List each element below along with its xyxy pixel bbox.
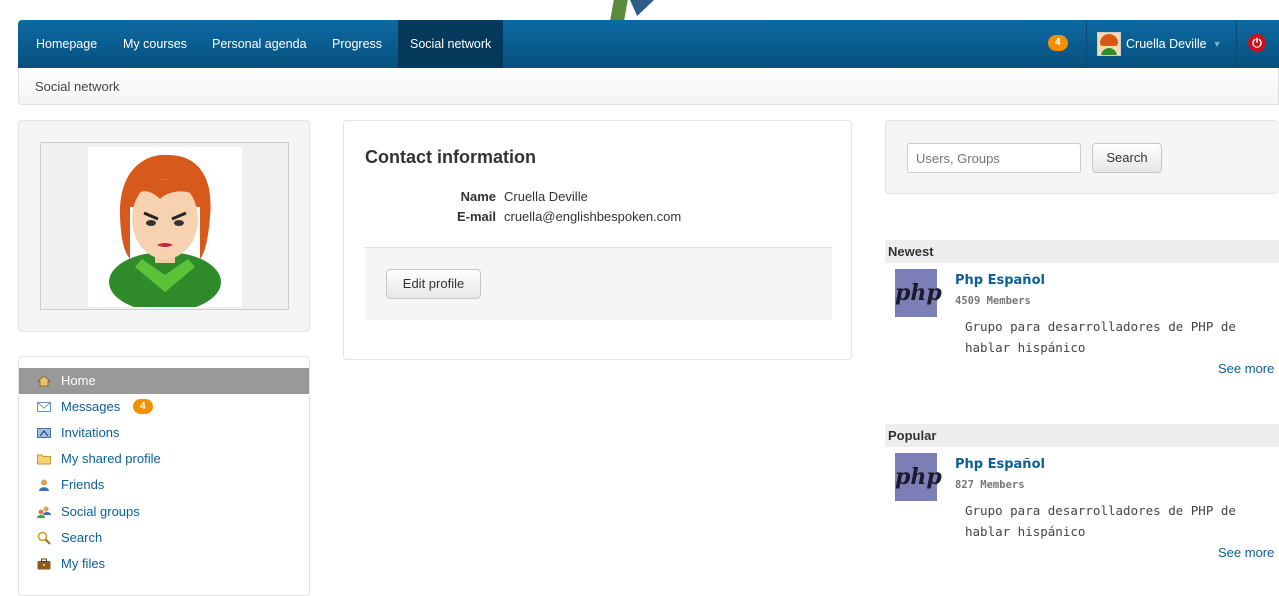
newest-groups-section: Newest php Php Español 4509 Members Grup…	[885, 240, 1279, 380]
name-label: Name	[460, 189, 496, 204]
folder-icon	[37, 454, 51, 465]
group-logo[interactable]: php	[895, 453, 942, 501]
group-name-link[interactable]: Php Español	[955, 273, 1045, 288]
group-description: Grupo para desarrolladores de PHP de hab…	[965, 319, 1236, 355]
user-name: Cruella Deville	[1126, 37, 1207, 51]
nav-homepage[interactable]: Homepage	[24, 20, 109, 68]
group-member-count: 827 Members	[955, 479, 1025, 491]
email-label: E-mail	[456, 209, 496, 224]
edit-profile-button[interactable]: Edit profile	[386, 269, 481, 299]
top-strip	[0, 0, 1279, 20]
envelope-icon	[37, 402, 51, 412]
profile-picture-panel	[18, 120, 310, 332]
see-more-link[interactable]: See more	[1218, 545, 1274, 560]
sidebar-item-label: Friends	[61, 477, 105, 492]
sidebar-item-my-files[interactable]: My files	[19, 551, 309, 577]
social-sidebar-menu: Home Messages 4 Invitations My shared pr…	[18, 356, 310, 596]
avatar	[1097, 32, 1121, 56]
sidebar-item-invitations[interactable]: Invitations	[19, 420, 309, 446]
contact-information-panel: Contact information Name Cruella Deville…	[343, 120, 852, 360]
home-icon	[37, 375, 51, 387]
sidebar-item-friends[interactable]: Friends	[19, 472, 309, 498]
user-icon	[39, 479, 49, 491]
group-logo[interactable]: php	[895, 269, 942, 317]
main-navbar: Homepage My courses Personal agenda Prog…	[18, 20, 1279, 68]
breadcrumb: Social network	[18, 68, 1279, 105]
search-button[interactable]: Search	[1092, 143, 1162, 173]
nav-personal-agenda[interactable]: Personal agenda	[200, 20, 319, 68]
sidebar-item-home[interactable]: Home	[19, 368, 309, 394]
group-name-link[interactable]: Php Español	[955, 457, 1045, 472]
sidebar-item-label: My shared profile	[61, 451, 161, 466]
invitation-icon	[37, 428, 51, 438]
sidebar-item-label: Social groups	[61, 504, 140, 519]
name-value: Cruella Deville	[504, 189, 588, 204]
group-icon	[37, 506, 51, 518]
sidebar-item-label: Search	[61, 530, 103, 545]
sidebar-item-label: Invitations	[61, 425, 120, 440]
logout-power-icon[interactable]: ⏻	[1248, 34, 1266, 52]
sidebar-item-my-shared-profile[interactable]: My shared profile	[19, 446, 309, 472]
contact-title: Contact information	[365, 147, 536, 167]
popular-header: Popular	[885, 424, 1279, 447]
briefcase-icon	[37, 558, 51, 570]
chevron-down-icon: ▼	[1212, 39, 1222, 49]
email-value: cruella@englishbespoken.com	[504, 209, 682, 224]
newest-header: Newest	[885, 240, 1279, 263]
logo-fragment	[610, 0, 628, 20]
user-menu[interactable]: Cruella Deville ▼	[1087, 20, 1232, 68]
nav-my-courses[interactable]: My courses	[111, 20, 199, 68]
see-more-link[interactable]: See more	[1218, 361, 1274, 376]
messages-count-badge: 4	[133, 399, 153, 414]
profile-actions: Edit profile	[365, 247, 832, 320]
profile-avatar-image	[88, 147, 242, 307]
search-icon	[37, 531, 51, 545]
popular-groups-section: Popular php Php Español 827 Members Grup…	[885, 424, 1279, 574]
nav-divider	[1236, 20, 1237, 68]
nav-social-network[interactable]: Social network	[398, 20, 504, 68]
logo-fragment	[630, 0, 654, 16]
profile-picture-frame	[40, 142, 289, 310]
sidebar-item-social-groups[interactable]: Social groups	[19, 499, 309, 525]
group-description: Grupo para desarrolladores de PHP de hab…	[965, 503, 1236, 539]
sidebar-item-label: Messages	[61, 399, 121, 414]
sidebar-item-label: My files	[61, 556, 106, 571]
search-panel: Search	[885, 120, 1279, 194]
search-input[interactable]	[907, 143, 1081, 173]
sidebar-item-messages[interactable]: Messages 4	[19, 394, 309, 420]
notification-badge[interactable]: 4	[1048, 35, 1068, 51]
nav-progress[interactable]: Progress	[320, 20, 394, 68]
sidebar-item-search[interactable]: Search	[19, 525, 309, 551]
group-member-count: 4509 Members	[955, 295, 1031, 307]
sidebar-item-label: Home	[61, 373, 96, 388]
breadcrumb-current: Social network	[35, 79, 120, 94]
